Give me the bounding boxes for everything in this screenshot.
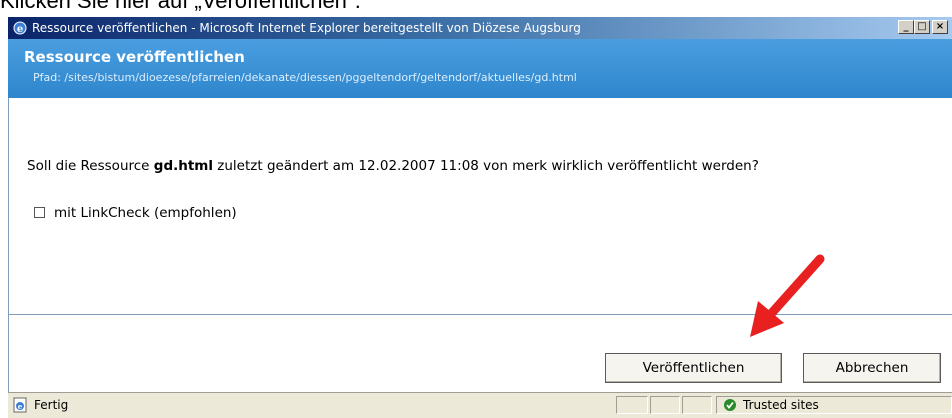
cancel-button[interactable]: Abbrechen [803,353,941,383]
red-arrow-icon [750,254,825,337]
window-title: Ressource veröffentlichen - Microsoft In… [32,21,581,35]
status-cell [682,396,712,414]
instruction-caption: Klicken Sie hier auf „Veröffentlichen". [0,0,361,13]
linkcheck-checkbox[interactable] [34,207,45,218]
resource-path: Pfad: /sites/bistum/dioezese/pfarreien/d… [33,71,577,84]
status-cell [616,396,648,414]
ie-icon: e [13,21,27,35]
question-filename: gd.html [153,158,213,174]
window-titlebar: e Ressource veröffentlichen - Microsoft … [8,17,952,39]
linkcheck-label[interactable]: mit LinkCheck (empfohlen) [54,205,237,221]
status-cell [650,396,680,414]
status-bar: e Fertig Trusted sites [8,392,952,418]
question-before: Soll die Ressource [27,158,154,174]
maximize-button[interactable]: □ [914,20,930,34]
dialog-title: Ressource veröffentlichen [24,48,245,66]
close-button[interactable]: × [932,20,948,34]
check-icon [724,399,736,411]
minimize-button[interactable]: _ [898,20,914,34]
browser-window: e Ressource veröffentlichen - Microsoft … [8,17,952,418]
svg-text:e: e [17,24,23,35]
dialog-header: Ressource veröffentlichen Pfad: /sites/b… [8,39,952,98]
svg-text:e: e [18,402,23,411]
confirm-question: Soll die Ressource gd.html zuletzt geänd… [27,158,759,174]
security-zone[interactable]: Trusted sites [716,396,952,414]
zone-label: Trusted sites [743,398,819,412]
question-after: zuletzt geändert am 12.02.2007 11:08 von… [213,158,759,174]
status-text: Fertig [34,398,69,412]
publish-button[interactable]: Veröffentlichen [605,353,782,383]
linkcheck-row[interactable]: mit LinkCheck (empfohlen) [34,205,237,221]
page-icon: e [13,397,27,413]
